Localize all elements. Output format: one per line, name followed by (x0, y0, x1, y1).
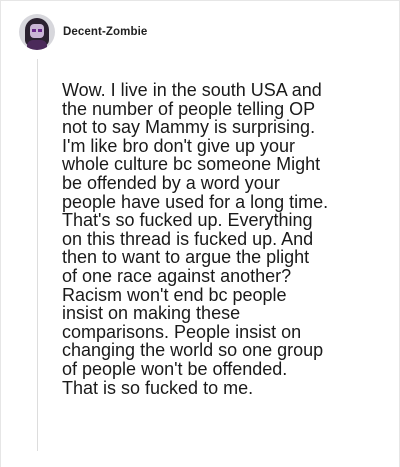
comment-line: the number of people telling OP (62, 98, 316, 119)
comment-header: Decent-Zombie (19, 14, 147, 50)
comment-line: That's so fucked up. Everything (62, 210, 313, 231)
comment-line: not to say Mammy is surprising. (62, 117, 316, 138)
comment-line: insist on making these (62, 303, 241, 324)
comment-line: whole culture bc someone Might (62, 154, 321, 175)
comment-line: comparisons. People insist on (62, 321, 302, 342)
thread-line[interactable] (37, 59, 38, 451)
comment-line: on this thread is fucked up. And (62, 228, 314, 249)
comment-line: I'm like bro don't give up your (62, 135, 295, 156)
comment-line: Wow. I live in the south USA and (62, 80, 322, 100)
comment-line: be offended by a word your (62, 172, 280, 193)
comment-line: people have used for a long time. (62, 191, 329, 212)
comment-line: changing the world so one group (62, 340, 324, 361)
comment-line: of people won't be offended. (62, 358, 288, 379)
comment-line: That is so fucked to me. (62, 377, 254, 398)
user-avatar-icon[interactable] (19, 14, 55, 50)
avatar-eye-right (38, 29, 42, 32)
comment-line: then to want to argue the plight (62, 247, 310, 268)
username[interactable]: Decent-Zombie (63, 26, 147, 38)
avatar-body (27, 40, 47, 50)
comment-line: of one race against another? (62, 265, 292, 286)
comment-card: Decent-Zombie Wow. I live in the south U… (0, 0, 400, 467)
comment-line: Racism won't end bc people (62, 284, 287, 305)
comment-body: Wow. I live in the south USA and the num… (62, 81, 397, 397)
avatar-eye-left (32, 29, 36, 32)
